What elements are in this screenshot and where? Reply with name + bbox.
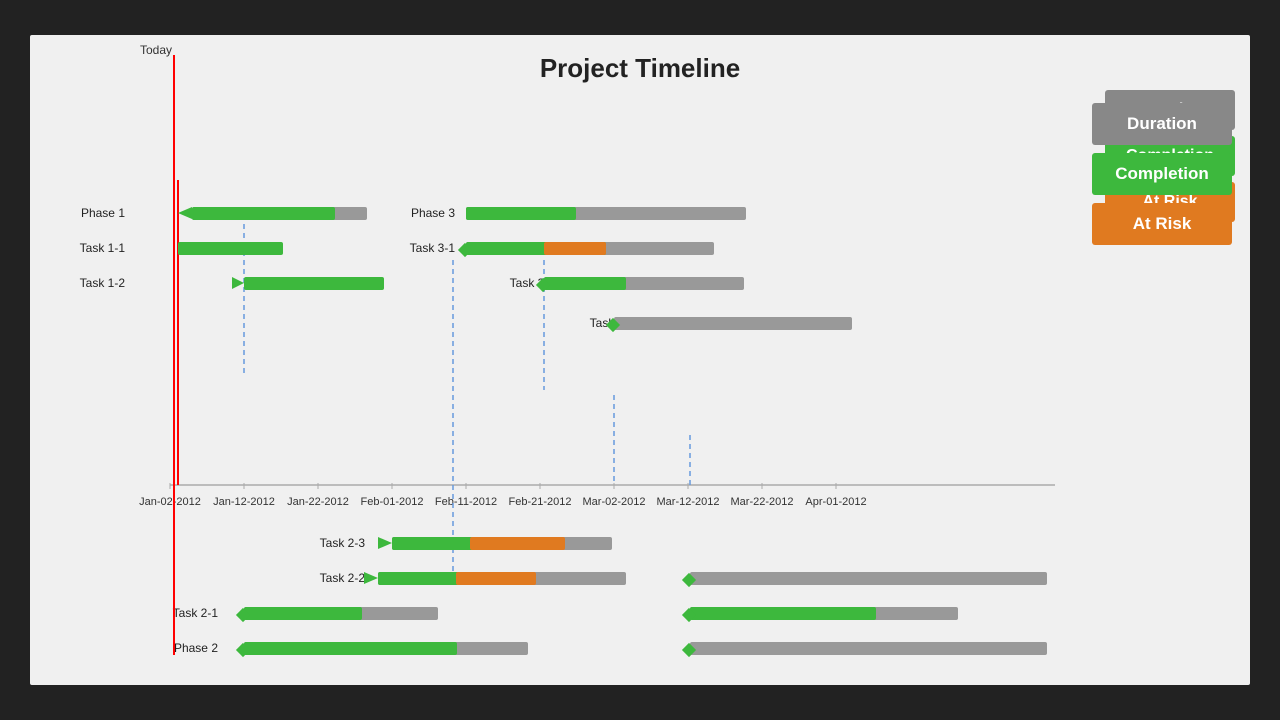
today-label: Today [140, 43, 172, 57]
phase1-arrow [178, 207, 192, 219]
legend-duration-label: Duration [1127, 114, 1197, 134]
axis-date-6: Mar-02-2012 [583, 496, 646, 508]
task23-label: Task 2-3 [320, 536, 366, 550]
axis-date-8: Mar-22-2012 [731, 496, 794, 508]
axis-date-7: Mar-12-2012 [657, 496, 720, 508]
chart-container: Project Timeline Duration Completion At … [30, 35, 1250, 685]
phase3-bar-green [466, 207, 576, 220]
task32-bar-green [544, 277, 626, 290]
task33-bar-gray [614, 317, 852, 330]
task12-arrow [232, 277, 244, 289]
gantt-svg: Jan-02-2012 Jan-12-2012 Jan-22-2012 Feb-… [70, 95, 1060, 665]
task21-label: Task 2-1 [173, 606, 219, 620]
phase3-label: Phase 3 [411, 206, 455, 220]
task41-bar-green [690, 607, 876, 620]
task11-bar-green [178, 242, 283, 255]
legend-duration-box: Duration [1092, 103, 1232, 145]
legend-completion-label: Completion [1115, 164, 1209, 184]
task42-bar-gray [690, 572, 1047, 585]
axis-date-1: Jan-12-2012 [213, 496, 275, 508]
task23-bar-orange [470, 537, 565, 550]
phase2-bar-green [244, 642, 457, 655]
phase4-bar-gray [690, 642, 1047, 655]
task31-bar-orange [544, 242, 606, 255]
task11-label: Task 1-1 [80, 241, 126, 255]
axis-date-0: Jan-02-2012 [139, 496, 201, 508]
phase1-label: Phase 1 [81, 206, 125, 220]
task12-bar-green [244, 277, 384, 290]
task21-bar-green [244, 607, 362, 620]
axis-date-5: Feb-21-2012 [509, 496, 572, 508]
today-line [173, 55, 175, 655]
task22-arrow [364, 572, 378, 584]
task31-label: Task 3-1 [410, 241, 456, 255]
phase1-bar-green [192, 207, 335, 220]
axis-date-2: Jan-22-2012 [287, 496, 349, 508]
phase2-label: Phase 2 [174, 641, 218, 655]
axis-date-9: Apr-01-2012 [805, 496, 866, 508]
legend-completion-box: Completion [1092, 153, 1232, 195]
task22-label: Task 2-2 [320, 571, 366, 585]
task22-bar-orange [456, 572, 536, 585]
axis-date-4: Feb-11-2012 [435, 496, 497, 508]
chart-title: Project Timeline [30, 35, 1250, 84]
task12-label: Task 1-2 [80, 276, 126, 290]
legend-atrisk-box: At Risk [1092, 203, 1232, 245]
legend: Duration Completion At Risk [1092, 103, 1232, 245]
axis-date-3: Feb-01-2012 [361, 496, 424, 508]
legend-atrisk-label: At Risk [1133, 214, 1192, 234]
task23-arrow [378, 537, 392, 549]
